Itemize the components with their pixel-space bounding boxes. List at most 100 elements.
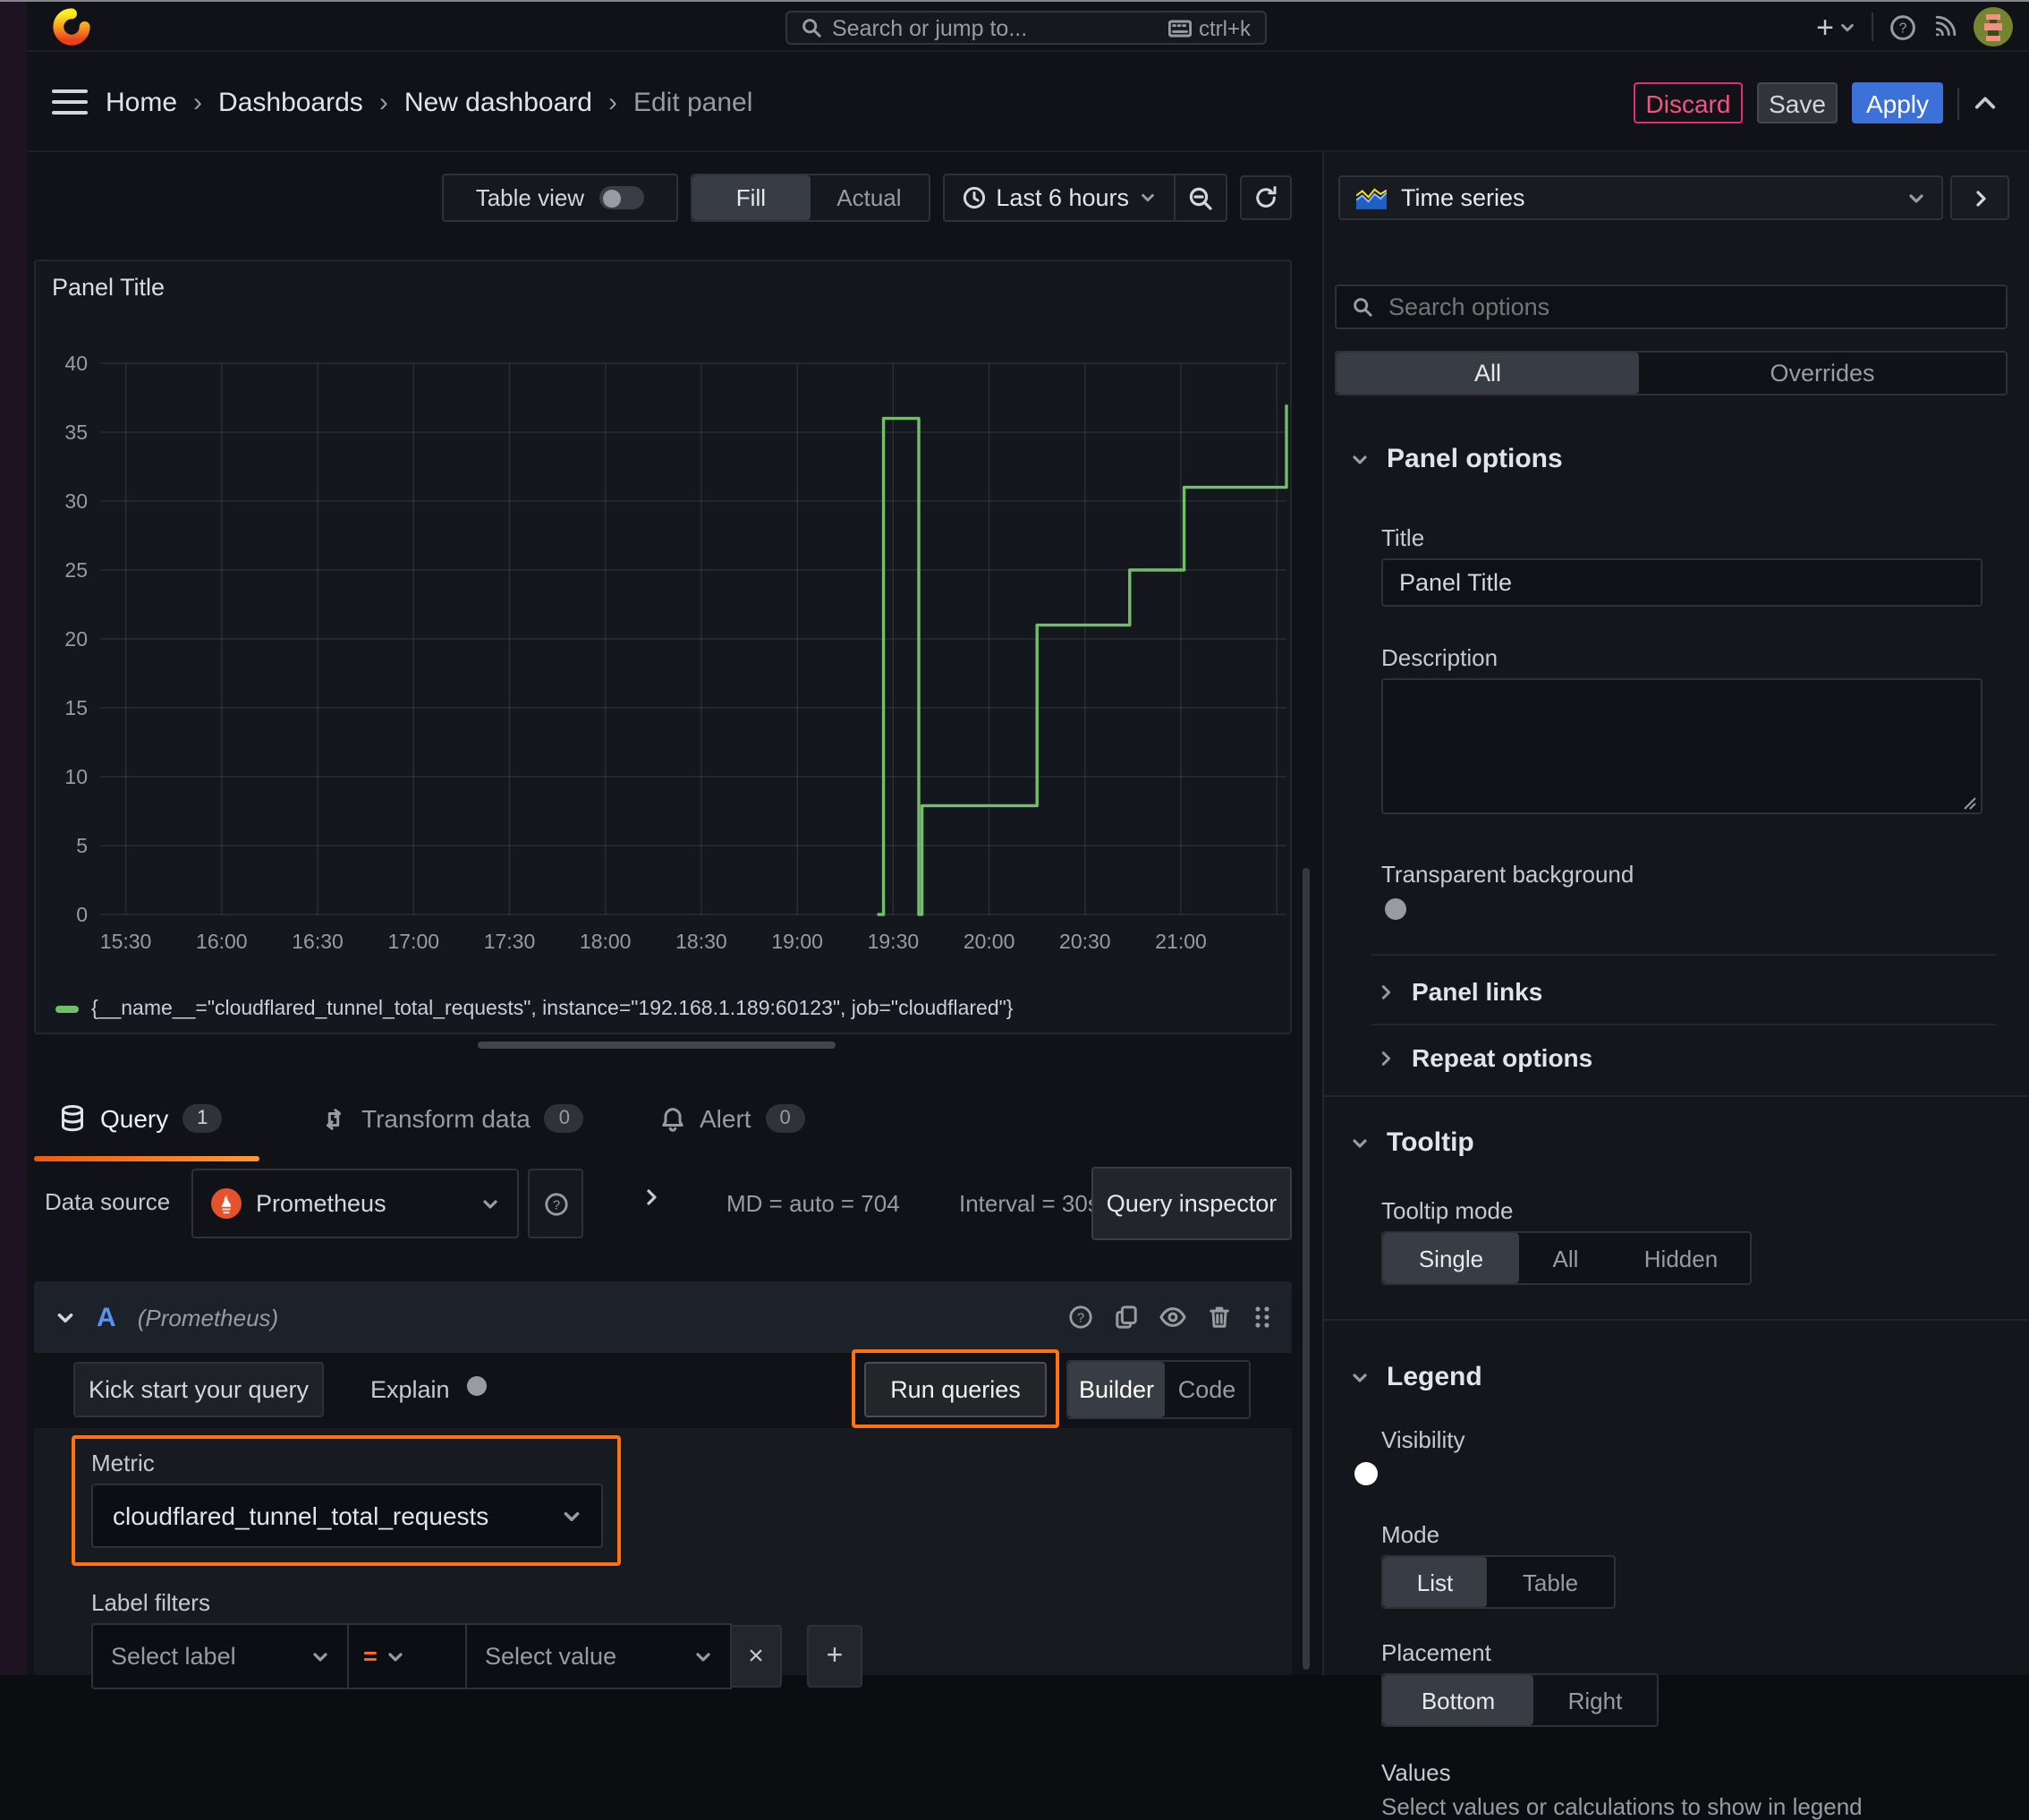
topbar-actions: + ? [1816,2,2013,52]
time-range-picker[interactable]: Last 6 hours [944,175,1174,220]
stat-max-datapoints: MD = auto = 704 [726,1190,900,1217]
options-search-input[interactable] [1385,292,1990,322]
mode-list[interactable]: List [1383,1557,1487,1607]
tab-all[interactable]: All [1337,353,1639,394]
mega-menu-toggle[interactable] [50,84,89,120]
metric-value: cloudflared_tunnel_total_requests [113,1501,489,1530]
datasource-label: Data source [45,1188,171,1215]
svg-text:15: 15 [64,696,88,719]
save-button[interactable]: Save [1757,82,1838,123]
options-search[interactable] [1335,285,2008,329]
tooltip-single[interactable]: Single [1383,1233,1519,1283]
tooltip-mode-label: Tooltip mode [1381,1197,1514,1224]
grafana-logo[interactable] [50,5,93,48]
apply-button[interactable]: Apply [1852,82,1943,123]
query-header[interactable]: A (Prometheus) ? [34,1281,1292,1353]
tab-transform-count: 0 [544,1104,584,1133]
visualization-picker[interactable]: Time series [1338,175,1943,220]
zoom-out-button[interactable] [1176,175,1226,220]
refresh-button[interactable] [1240,175,1292,220]
legend-swatch[interactable] [55,1006,79,1013]
table-view-label: Table view [475,184,585,211]
collapse-header-icon[interactable] [1974,95,1997,111]
hamburger-icon [52,89,88,94]
query-help-icon[interactable]: ? [1068,1305,1093,1330]
kickstart-button[interactable]: Kick start your query [73,1362,324,1417]
time-series-chart[interactable]: 0 5 10 15 20 25 30 35 40 15:30 16:00 16:30 17:00 17:3… [36,261,1290,977]
svg-text:20:00: 20:00 [964,930,1015,953]
query-inspector-button[interactable]: Query inspector [1091,1167,1292,1240]
breadcrumb-new-dashboard[interactable]: New dashboard [404,87,592,117]
expand-stats-icon[interactable] [642,1186,660,1208]
tab-transform[interactable]: Transform data 0 [320,1081,584,1156]
grafana-app: Search or jump to... ctrl+k + ? Home › D… [0,0,2029,1820]
stat-interval: Interval = 30s [959,1190,1099,1217]
metric-select[interactable]: cloudflared_tunnel_total_requests [91,1484,603,1548]
breadcrumb-home[interactable]: Home [106,87,177,117]
new-menu-button[interactable]: + [1816,12,1855,42]
panel-view-toolbar: Table view Fill Actual Last 6 hours [376,174,1292,222]
select-value-dropdown[interactable]: Select value [467,1623,732,1689]
tooltip-hidden[interactable]: Hidden [1612,1233,1750,1283]
all-overrides-tabs: All Overrides [1335,351,2008,395]
global-search[interactable]: Search or jump to... ctrl+k [785,11,1267,45]
textarea-resize-handle[interactable] [1963,796,1977,811]
legend-header[interactable]: Legend [1351,1362,1482,1392]
svg-text:0: 0 [76,903,88,926]
splitter-handle[interactable] [478,1042,836,1049]
user-avatar[interactable] [1974,7,2013,47]
drag-handle-icon[interactable] [1252,1305,1270,1330]
left-pane-scrollbar[interactable] [1303,868,1309,1670]
tooltip-header[interactable]: Tooltip [1351,1127,1474,1158]
editor-tabs: Query 1 Transform data 0 Alert 0 [34,1081,1292,1163]
datasource-help-button[interactable]: ? [528,1169,583,1238]
placement-bottom[interactable]: Bottom [1383,1675,1533,1725]
duplicate-query-icon[interactable] [1115,1305,1138,1330]
panel-options-header[interactable]: Panel options [1351,444,1563,474]
builder-option[interactable]: Builder [1068,1362,1166,1417]
news-rss-icon[interactable] [1932,14,1957,39]
query-ref-id[interactable]: A [97,1302,116,1332]
description-textarea[interactable] [1381,678,1982,814]
svg-text:18:30: 18:30 [675,930,727,953]
collapse-query-icon[interactable] [55,1307,75,1327]
svg-text:15:30: 15:30 [100,930,152,953]
search-icon [1353,297,1372,317]
fill-option[interactable]: Fill [692,175,811,220]
discard-button[interactable]: Discard [1634,82,1743,123]
select-label-dropdown[interactable]: Select label [91,1623,349,1689]
run-queries-button[interactable]: Run queries [864,1362,1047,1417]
actions-divider [1957,87,1959,119]
toggle-visibility-icon[interactable] [1159,1306,1186,1328]
table-view-control: Table view [441,174,678,222]
tooltip-title: Tooltip [1387,1127,1474,1158]
delete-query-icon[interactable] [1208,1305,1231,1330]
tab-alert[interactable]: Alert 0 [660,1081,805,1156]
repeat-options-section[interactable]: Repeat options [1378,1043,1592,1072]
tooltip-mode-switch: Single All Hidden [1381,1231,1752,1285]
chevron-down-icon [1353,1138,1367,1147]
add-filter-button[interactable]: + [807,1625,862,1688]
code-option[interactable]: Code [1165,1362,1249,1417]
tab-overrides[interactable]: Overrides [1639,353,2006,394]
remove-filter-button[interactable]: × [732,1625,782,1688]
legend-series-label[interactable]: {__name__="cloudflared_tunnel_total_requ… [91,999,1013,1020]
section-divider [1324,1319,2029,1321]
tab-query[interactable]: Query 1 [59,1081,223,1156]
help-icon[interactable]: ? [1889,13,1916,40]
timeseries-viz-icon [1356,187,1387,208]
fill-actual-switch: Fill Actual [690,174,930,222]
placement-right[interactable]: Right [1533,1675,1657,1725]
section-divider [1324,1095,2029,1097]
breadcrumb-dashboards[interactable]: Dashboards [218,87,363,117]
datasource-picker[interactable]: Prometheus [191,1169,519,1238]
panel-title-input[interactable] [1381,558,1982,607]
panel-links-section[interactable]: Panel links [1378,977,1542,1006]
operator-dropdown[interactable]: = [349,1623,467,1689]
actual-option[interactable]: Actual [810,175,928,220]
mode-table[interactable]: Table [1487,1557,1614,1607]
toggle-options-pane-button[interactable] [1950,175,2009,220]
panel: Panel Title 0 5 10 15 20 25 30 35 40 15:30 16:00 16… [34,259,1292,1034]
table-view-toggle[interactable] [599,186,644,209]
tooltip-all[interactable]: All [1519,1233,1612,1283]
